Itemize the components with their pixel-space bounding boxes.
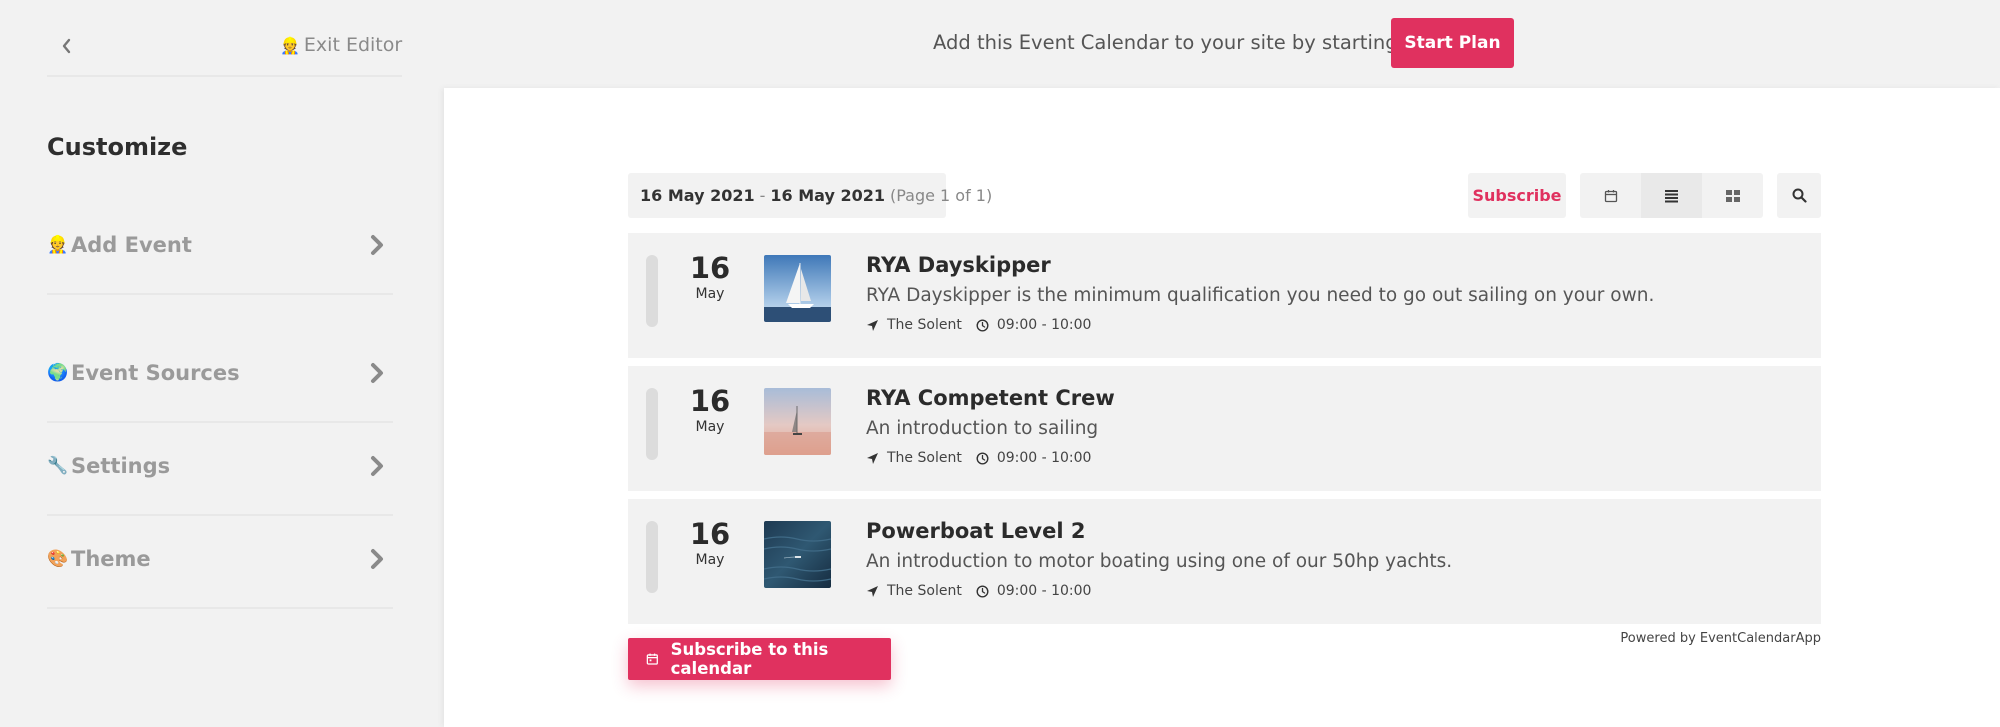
divider (47, 607, 393, 609)
chevron-right-icon (371, 456, 383, 476)
list-view-button[interactable] (1641, 173, 1702, 218)
event-time: 09:00 - 10:00 (996, 583, 1092, 599)
exit-editor-link[interactable]: 👷 Exit Editor (280, 34, 402, 56)
sailboat-image (764, 255, 831, 322)
location-arrow-icon (867, 452, 878, 464)
sidebar-item-label: Event Sources (71, 361, 240, 385)
calendar-icon (646, 653, 658, 665)
range-separator: - (759, 186, 766, 205)
event-meta: The Solent 09:00 - 10:00 (866, 317, 1091, 333)
event-location: The Solent (887, 583, 962, 599)
event-month: May (695, 552, 725, 568)
range-end: 16 May 2021 (770, 186, 885, 205)
sidebar-item-settings[interactable]: 🔧 Settings (47, 446, 393, 486)
sidebar-item-label: Theme (71, 547, 151, 571)
event-description: RYA Dayskipper is the minimum qualificat… (866, 285, 1655, 306)
event-thumbnail (764, 388, 831, 455)
grid-view-button[interactable] (1702, 173, 1763, 218)
event-title: RYA Dayskipper (866, 253, 1051, 277)
sidebar-title: Customize (47, 133, 188, 161)
sidebar-item-label: Add Event (71, 233, 192, 257)
powerboat-image (764, 521, 831, 588)
event-month: May (695, 419, 725, 435)
grid-icon (1725, 189, 1740, 202)
month-view-button[interactable] (1580, 173, 1641, 218)
wrench-icon: 🔧 (47, 456, 69, 476)
event-day: 16 (689, 517, 731, 551)
event-month: May (695, 286, 725, 302)
location-arrow-icon (867, 585, 878, 597)
divider (47, 514, 393, 516)
event-item-rya-dayskipper[interactable]: 16 May RYA Dayskipper RYA Dayskipper is … (628, 233, 1821, 358)
event-title: Powerboat Level 2 (866, 519, 1086, 543)
search-button[interactable] (1777, 173, 1821, 218)
sunset-sailboat-image (764, 388, 831, 455)
clock-icon (976, 451, 989, 465)
top-bar: 👷 Exit Editor Add this Event Calendar to… (0, 0, 2000, 88)
event-thumbnail (764, 255, 831, 322)
event-time: 09:00 - 10:00 (996, 317, 1092, 333)
divider (47, 293, 393, 295)
divider (47, 75, 402, 77)
event-description: An introduction to sailing (866, 418, 1099, 439)
plan-message: Add this Event Calendar to your site by … (933, 31, 1465, 54)
sidebar-item-theme[interactable]: 🎨 Theme (47, 539, 393, 579)
list-icon (1665, 189, 1678, 202)
sidebar-item-add-event[interactable]: 👷 Add Event (47, 225, 393, 265)
clock-icon (976, 584, 989, 598)
event-item-powerboat-level-2[interactable]: 16 May Powerboat Level 2 An introduction… (628, 499, 1821, 624)
event-day: 16 (689, 251, 731, 285)
event-meta: The Solent 09:00 - 10:00 (866, 583, 1091, 599)
event-title: RYA Competent Crew (866, 386, 1115, 410)
worker-icon: 👷 (280, 35, 300, 55)
search-icon (1792, 188, 1807, 203)
event-color-bar (646, 388, 658, 460)
chevron-left-icon (62, 38, 71, 54)
sidebar-item-label: Settings (71, 454, 171, 478)
clock-icon (976, 318, 989, 332)
event-location: The Solent (887, 450, 962, 466)
date-range: 16 May 2021 - 16 May 2021 (Page 1 of 1) (628, 173, 992, 218)
event-meta: The Solent 09:00 - 10:00 (866, 450, 1091, 466)
view-switcher (1580, 173, 1763, 218)
event-description: An introduction to motor boating using o… (866, 551, 1453, 572)
event-day: 16 (689, 384, 731, 418)
event-item-rya-competent-crew[interactable]: 16 May RYA Competent Crew An introductio… (628, 366, 1821, 491)
powered-by-link[interactable]: Powered by EventCalendarApp (1560, 631, 1821, 646)
start-plan-button[interactable]: Start Plan (1391, 18, 1514, 68)
event-time: 09:00 - 10:00 (996, 450, 1092, 466)
event-color-bar (646, 521, 658, 593)
back-button[interactable] (56, 34, 76, 58)
subscribe-button[interactable]: Subscribe (1468, 173, 1566, 218)
location-arrow-icon (867, 319, 878, 331)
calendar-icon (1604, 189, 1617, 202)
chevron-right-icon (371, 549, 383, 569)
subscribe-calendar-button[interactable]: Subscribe to this calendar (628, 638, 891, 680)
divider (47, 421, 393, 423)
subscribe-calendar-label: Subscribe to this calendar (670, 640, 829, 678)
chevron-right-icon (371, 235, 383, 255)
event-color-bar (646, 255, 658, 327)
event-thumbnail (764, 521, 831, 588)
palette-icon: 🎨 (47, 549, 69, 569)
sidebar-item-event-sources[interactable]: 🌍 Event Sources (47, 353, 393, 393)
range-start: 16 May 2021 (640, 186, 755, 205)
globe-icon: 🌍 (47, 363, 69, 383)
worker-icon: 👷 (47, 235, 69, 255)
event-location: The Solent (887, 317, 962, 333)
chevron-right-icon (371, 363, 383, 383)
page-info: (Page 1 of 1) (889, 186, 993, 205)
exit-editor-label: Exit Editor (303, 34, 403, 56)
